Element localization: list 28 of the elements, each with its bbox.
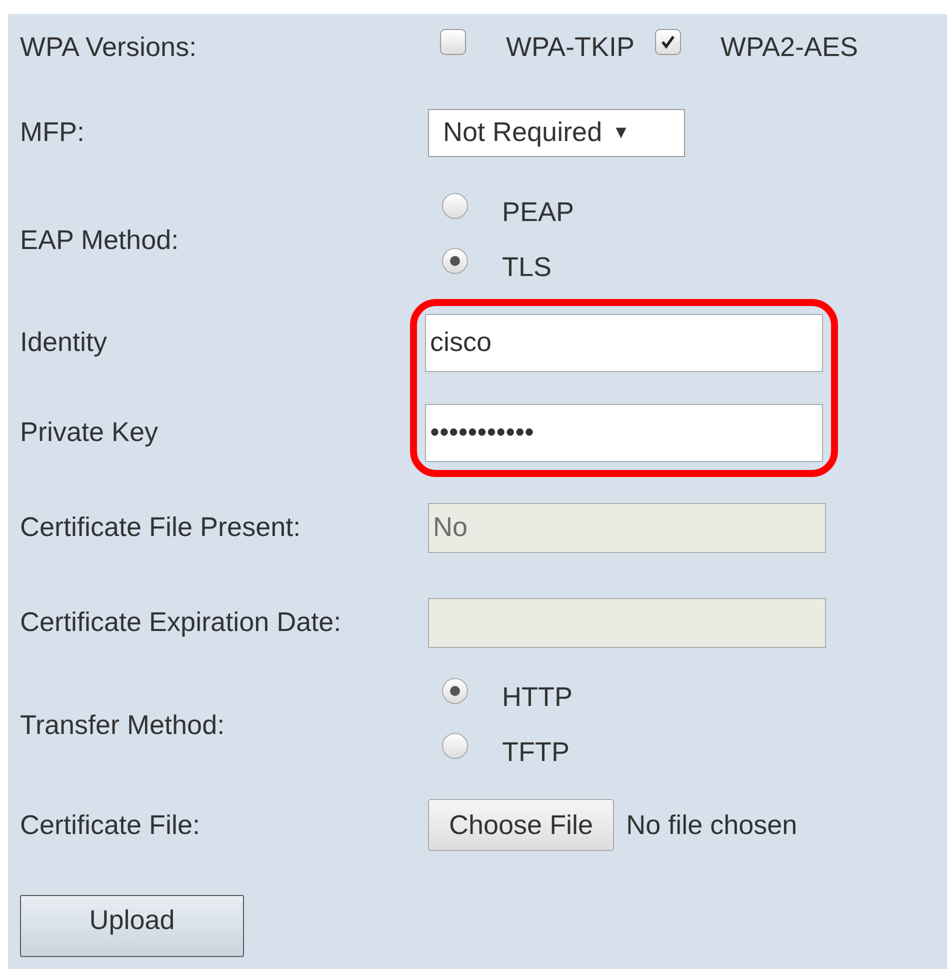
field-label: Identity [20, 326, 108, 359]
radio-label: PEAP [502, 197, 574, 228]
radio-button[interactable] [442, 248, 468, 274]
input-field[interactable]: cisco [425, 314, 823, 372]
field-label: MFP: [20, 117, 86, 148]
field-label: Transfer Method: [20, 710, 226, 740]
field-label: Certificate File: [20, 810, 202, 840]
field-label: Certificate File Present: [20, 512, 302, 543]
field-label: Certificate Expiration Date: [20, 607, 342, 638]
file-status: No file chosen [626, 810, 798, 840]
radio-button[interactable] [442, 192, 468, 218]
field-label: Private Key [20, 416, 160, 449]
radio-button[interactable] [442, 678, 468, 704]
input-field[interactable]: ••••••••••• [425, 404, 823, 462]
field-label: EAP Method: [20, 224, 180, 256]
checkbox[interactable] [654, 29, 681, 55]
radio-label: HTTP [502, 682, 572, 713]
checkbox-label: WPA2-AES [720, 32, 858, 62]
check-icon [658, 33, 677, 51]
radio-button[interactable] [442, 732, 468, 758]
radio-label: TLS [502, 252, 552, 283]
choose-file-button[interactable]: Choose File [428, 799, 614, 851]
radio-label: TFTP [502, 737, 570, 768]
dropdown[interactable]: Not Required ▼ [428, 108, 685, 156]
checkbox[interactable] [440, 29, 466, 55]
upload-button[interactable]: Upload [20, 895, 244, 957]
field-label: WPA Versions: [20, 32, 198, 62]
checkbox-label: WPA-TKIP [506, 32, 635, 62]
